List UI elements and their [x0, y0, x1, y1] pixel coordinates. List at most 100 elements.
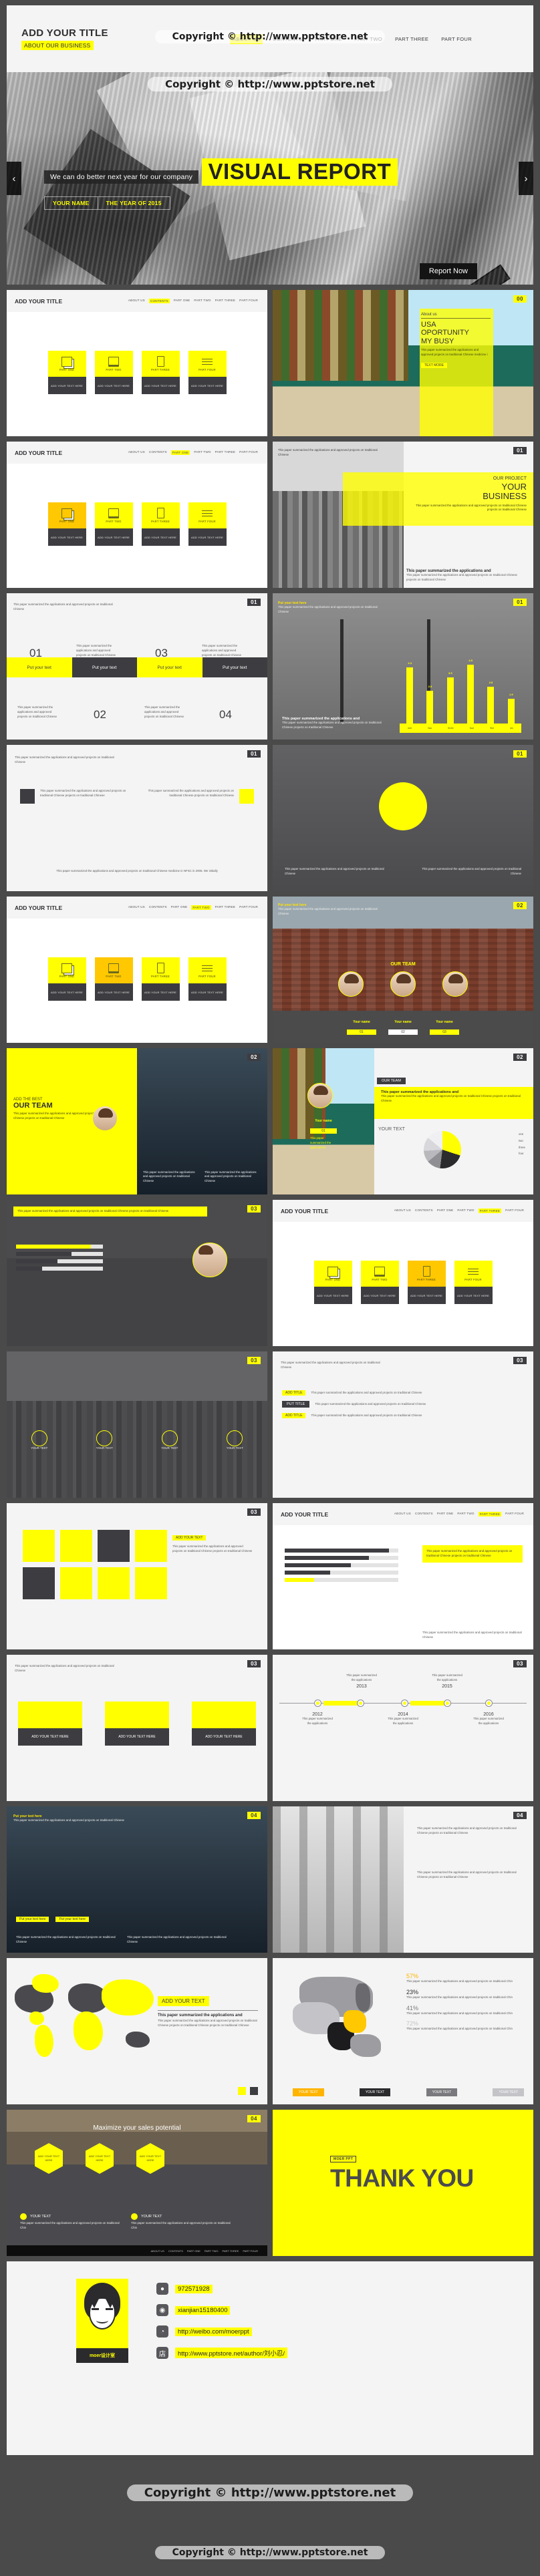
china-button-2[interactable]: YOUR TEXT [359, 2088, 391, 2096]
slide-hbar[interactable]: ADD YOUR TITLE ABOUT US CONTENTS PART ON… [273, 1503, 533, 1649]
slide-arches[interactable]: 04 This paper summarized the application… [273, 1806, 533, 1953]
slide-stat-boxes[interactable]: 03 This paper summarized the application… [7, 1655, 267, 1801]
slide-best-team[interactable]: 02 ADD THE BEST OUR TEAM This paper summ… [7, 1048, 267, 1194]
footer-nav-part-four[interactable]: PART FOUR [243, 2249, 258, 2253]
slide-progress[interactable]: 03 This paper summarized the application… [7, 1200, 267, 1346]
nav-item-part-four[interactable]: PART FOUR [438, 34, 475, 44]
content-card[interactable]: PART ONE ADD YOUR TEXT HERE [313, 1261, 352, 1304]
slide-skyline-stats[interactable]: 03 YOUR TEXT YOUR TEXT YOUR TEXT YOUR TE… [7, 1351, 267, 1498]
slide-highlight-list[interactable]: 03 This paper summarized the application… [273, 1351, 533, 1498]
step-button-3[interactable]: Put your text [137, 657, 202, 677]
content-card[interactable]: PART THREE ADD YOUR TEXT HERE [141, 351, 180, 394]
nav-item-part-one[interactable]: PART ONE [312, 34, 344, 44]
contact-row-wechat[interactable]: ◉ xianjian15180400 [156, 2304, 287, 2316]
contact-row-store[interactable]: 店 http://www.pptstore.net/author/刘小忍/ [156, 2347, 287, 2359]
content-card[interactable]: PART ONE ADD YOUR TEXT HERE [47, 502, 86, 546]
yellow-circle [379, 782, 427, 830]
slide-two-column-text[interactable]: 01 This paper summarized the application… [7, 745, 267, 891]
carousel-next-icon[interactable]: › [519, 162, 533, 195]
slide-nav-part-two: PART TWO [194, 450, 211, 454]
timeline-dot-2012[interactable] [314, 1700, 321, 1707]
mosaic-tile[interactable] [60, 1567, 92, 1599]
slide-bar-chart[interactable]: 01 Put your text here This paper summari… [273, 593, 533, 740]
nav-item-contents[interactable]: CONTENTS [270, 34, 305, 44]
timeline-dot-2015[interactable] [444, 1700, 451, 1707]
stat-box[interactable]: ADD YOUR TEXT HERE [18, 1702, 82, 1746]
slide-china-map[interactable]: 57% This paper summarized the applicatio… [273, 1958, 533, 2104]
timeline-dot-2016[interactable] [485, 1700, 493, 1707]
hexagon-1[interactable]: ADD YOUR TEXT HERE [35, 2143, 63, 2174]
content-card[interactable]: PART ONE ADD YOUR TEXT HERE [47, 351, 86, 394]
content-card[interactable]: PART FOUR ADD YOUR TEXT HERE [454, 1261, 493, 1304]
list-item[interactable]: ADD TITLE This paper summarized the appl… [282, 1390, 524, 1396]
slide-part-three-contents[interactable]: ADD YOUR TITLE ABOUT US CONTENTS PART ON… [273, 1200, 533, 1346]
timeline-dot-2013[interactable] [357, 1700, 364, 1707]
footer-nav-part-two[interactable]: PART TWO [205, 2249, 219, 2253]
content-card[interactable]: PART FOUR ADD YOUR TEXT HERE [188, 502, 227, 546]
china-button-4[interactable]: YOUR TEXT [493, 2088, 524, 2096]
mosaic-tile[interactable] [23, 1567, 55, 1599]
content-card[interactable]: PART ONE ADD YOUR TEXT HERE [47, 957, 86, 1001]
slide-contents[interactable]: ADD YOUR TITLE ABOUT US CONTENTS PART ON… [7, 290, 267, 436]
footer-nav-contents[interactable]: CONTENTS [168, 2249, 183, 2253]
contact-row-weibo[interactable]: ◔ http://weibo.com/moerppt [156, 2325, 287, 2338]
content-card[interactable]: PART THREE ADD YOUR TEXT HERE [141, 957, 180, 1001]
list-item[interactable]: ADD TITLE This paper summarized the appl… [282, 1413, 524, 1418]
timeline-dot-2014[interactable] [401, 1700, 408, 1707]
slide-world-map[interactable]: ADD YOUR TEXT This paper summarized the … [7, 1958, 267, 2104]
footer-nav-part-one[interactable]: PART ONE [187, 2249, 200, 2253]
slide-our-project[interactable]: 01 This paper summarized the application… [273, 442, 533, 588]
stat-box[interactable]: ADD YOUR TEXT HERE [192, 1702, 256, 1746]
slide-hexagons[interactable]: 04 Maximize your sales potential ADD YOU… [7, 2110, 267, 2256]
footer-nav-part-three[interactable]: PART THREE [223, 2249, 239, 2253]
step-button-2[interactable]: Put your text [72, 657, 137, 677]
carousel-prev-icon[interactable]: ‹ [7, 162, 21, 195]
slide-our-team[interactable]: 02 Put your text here This paper summari… [273, 897, 533, 1043]
step-button-4[interactable]: Put your text [202, 657, 267, 677]
content-card[interactable]: PART THREE ADD YOUR TEXT HERE [141, 502, 180, 546]
night-button-1[interactable]: Put your text here [16, 1917, 49, 1922]
list-item[interactable]: PUT TITLE This paper summarized the appl… [282, 1401, 524, 1408]
china-button-1[interactable]: YOUR TEXT [293, 2088, 324, 2096]
slide-nav-part-four: PART FOUR [505, 1209, 524, 1212]
report-now-button[interactable]: Report Now [419, 263, 477, 279]
content-card[interactable]: PART TWO ADD YOUR TEXT HERE [94, 351, 133, 394]
stat-box[interactable]: ADD YOUR TEXT HERE [105, 1702, 169, 1746]
slide-night-cta[interactable]: 04 Put your text here This paper summari… [7, 1806, 267, 1953]
step-button-1[interactable]: Put your text [7, 657, 72, 677]
slide-thank-you[interactable]: MOER PPT THANK YOU [273, 2110, 533, 2256]
content-card[interactable]: PART FOUR ADD YOUR TEXT HERE [188, 957, 227, 1001]
content-card[interactable]: PART THREE ADD YOUR TEXT HERE [407, 1261, 446, 1304]
night-button-2[interactable]: Put your text here [55, 1917, 89, 1922]
slide-number: 04 [247, 1812, 261, 1819]
main-navigation[interactable]: ABOUT US CONTENTS PART ONE PART TWO PART… [229, 33, 475, 44]
nav-item-part-two[interactable]: PART TWO [352, 34, 386, 44]
mosaic-tile[interactable] [135, 1530, 167, 1562]
slide-nav: ABOUT US CONTENTS PART ONE PART TWO PART… [394, 1209, 524, 1213]
content-card[interactable]: PART TWO ADD YOUR TEXT HERE [94, 502, 133, 546]
china-button-3[interactable]: YOUR TEXT [426, 2088, 458, 2096]
nav-item-about-us[interactable]: ABOUT US [229, 33, 263, 44]
slide-about-us[interactable]: 00 About us USA OPORTUNITY MY BUSY This … [273, 290, 533, 436]
contact-row-qq[interactable]: ● 972571928 [156, 2283, 287, 2295]
content-card[interactable]: PART FOUR ADD YOUR TEXT HERE [188, 351, 227, 394]
content-card[interactable]: PART TWO ADD YOUR TEXT HERE [94, 957, 133, 1001]
mosaic-tile[interactable] [23, 1530, 55, 1562]
mosaic-tile[interactable] [98, 1530, 130, 1562]
slide-pie-chart[interactable]: 02 Your name 01 This paper summarized th… [273, 1048, 533, 1194]
hexagon-3[interactable]: ADD YOUR TEXT HERE [136, 2143, 164, 2174]
footer-nav-about[interactable]: ABOUT US [151, 2249, 164, 2253]
nav-item-part-three[interactable]: PART THREE [392, 34, 431, 44]
mosaic-tile[interactable] [60, 1530, 92, 1562]
slide-part-one-contents[interactable]: ADD YOUR TITLE ABOUT US CONTENTS PART ON… [7, 442, 267, 588]
slide-timeline[interactable]: 03 This paper summarized the application… [273, 1655, 533, 1801]
slide-mosaic[interactable]: 03 ADD YOUR TEXT This paper summarized t… [7, 1503, 267, 1649]
content-card[interactable]: PART TWO ADD YOUR TEXT HERE [360, 1261, 399, 1304]
slide-circle-callout[interactable]: 01 This paper summarized the application… [273, 745, 533, 891]
mosaic-tile[interactable] [135, 1567, 167, 1599]
mosaic-tile[interactable] [98, 1567, 130, 1599]
hexagon-2[interactable]: ADD YOUR TEXT HERE [86, 2143, 114, 2174]
slide-four-steps[interactable]: 01 This paper summarized the application… [7, 593, 267, 740]
slide-part-two-contents[interactable]: ADD YOUR TITLE ABOUT US CONTENTS PART ON… [7, 897, 267, 1043]
text-more-button[interactable]: TEXT MORE [421, 362, 448, 368]
